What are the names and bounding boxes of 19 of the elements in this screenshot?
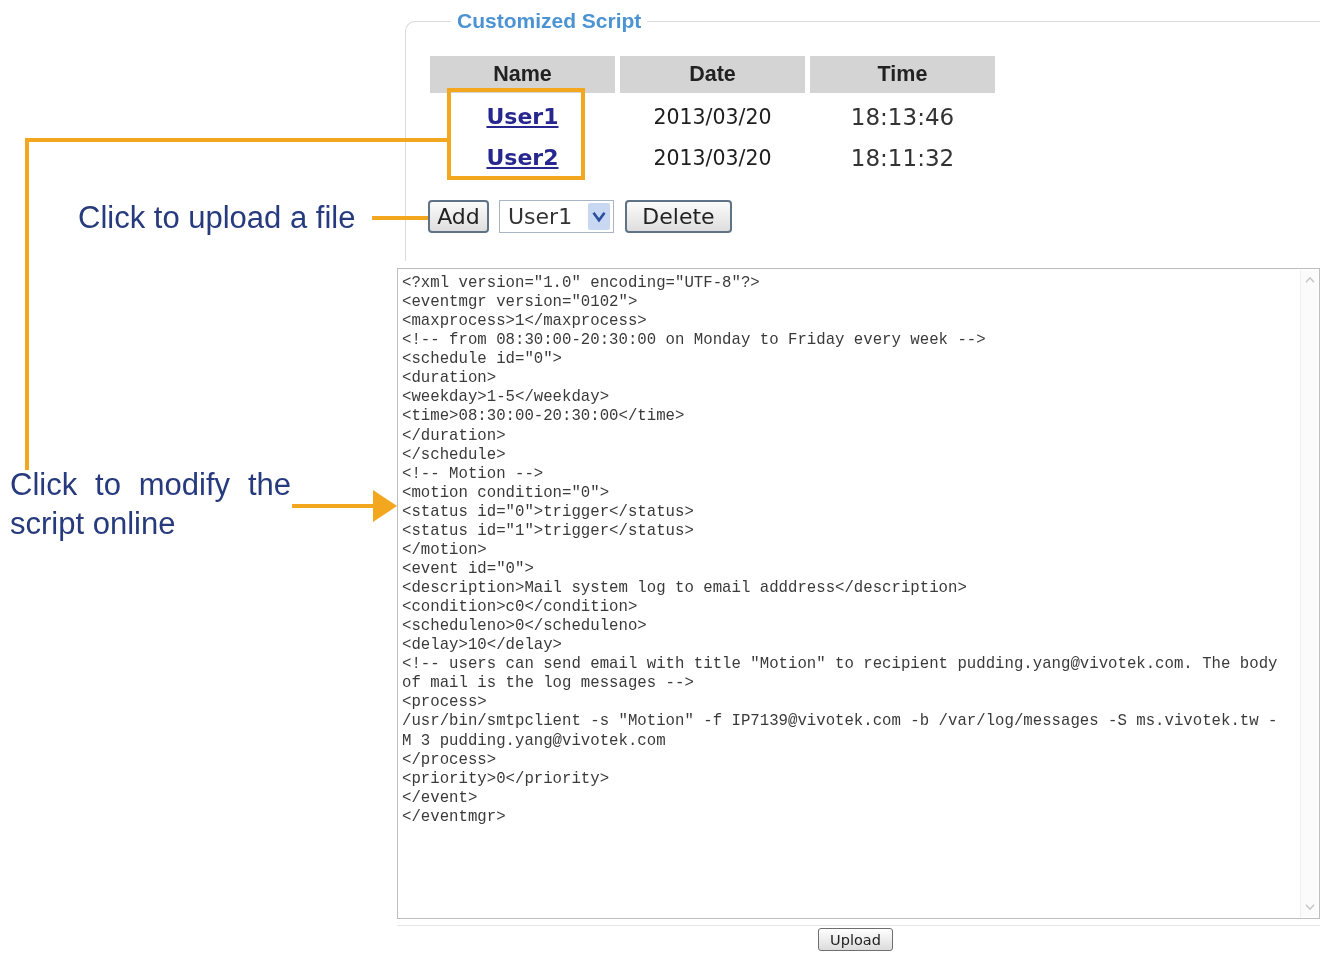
add-button[interactable]: Add: [428, 200, 489, 233]
callout-label: Click to modify the script online: [10, 466, 291, 543]
script-select[interactable]: User1: [499, 200, 614, 233]
chevron-down-icon: [588, 203, 610, 230]
callout-label: Click to upload a file: [78, 200, 356, 236]
table-cell-text: 18:11:32: [849, 143, 956, 173]
column-header: Name: [430, 56, 615, 93]
script-link[interactable]: User2: [486, 145, 559, 170]
table-cell-text: 18:13:46: [849, 102, 956, 132]
table-cell-text: 2013/03/20: [652, 103, 773, 131]
upload-button[interactable]: Upload: [818, 928, 893, 951]
table-cell-text: 2013/03/20: [652, 144, 773, 172]
delete-button[interactable]: Delete: [625, 200, 732, 233]
section-title: Customized Script: [456, 8, 643, 34]
script-editor[interactable]: <?xml version="1.0" encoding="UTF-8"?> <eventmgr version="0102"> <maxprocess>1</maxprocess> <!-- from 08:30:00-20:30:00 on Monday to Friday every week --> <schedule id="0"> <duration> <weekday>1-5</weekday> <time>08:30:00-20:30:00</time> </duration> </schedule> <!-- Motion --> <motion condition="0"> <status id="0">trigger</status> <status id="1">trigger</status> </motion> <event id="0"> <description>Mail system log to email adddress</description> <condition>c0</condition> <scheduleno>0</scheduleno> <delay>10</delay> <!-- users can send email with title "Motion" to recipient pudding.yang@vivotek.com. The body of mail is the log messages --> <process> /usr/bin/smtpclient -s "Motion" -f IP7139@vivotek.com -b /var/log/messages -S ms.vivotek.tw - M 3 pudding.yang@vivotek.com </process> <priority>0</priority> </event> </eventmgr>: [397, 268, 1320, 919]
scrollbar[interactable]: [1300, 270, 1318, 917]
column-header: Date: [620, 56, 805, 93]
script-link[interactable]: User1: [486, 104, 559, 129]
column-header: Time: [810, 56, 995, 93]
